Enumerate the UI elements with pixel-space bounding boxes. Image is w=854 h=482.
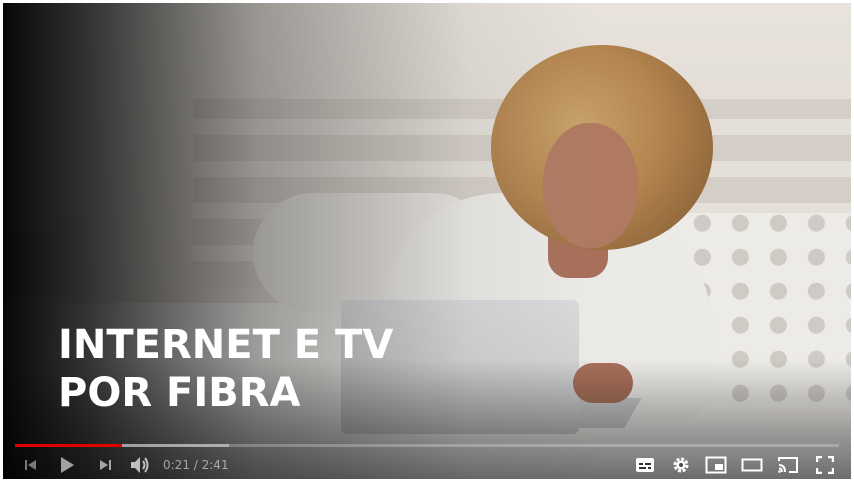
duration: 2:41 (201, 458, 229, 472)
subtitles-icon (636, 458, 654, 472)
video-headline: INTERNET E TV POR FIBRA (58, 321, 393, 417)
headline-line-2: POR FIBRA (58, 370, 301, 416)
subtitles-button[interactable] (633, 453, 657, 477)
theater-mode-button[interactable] (739, 453, 765, 477)
time-display: 0:21 / 2:41 (163, 458, 229, 472)
volume-icon (131, 457, 149, 473)
previous-button[interactable] (19, 453, 43, 477)
play-icon (61, 457, 74, 473)
video-player[interactable]: INTERNET E TV POR FIBRA 0:21 / 2:41 (3, 3, 851, 479)
gear-icon (673, 457, 689, 473)
volume-button[interactable] (127, 453, 153, 477)
next-button[interactable] (93, 453, 117, 477)
time-separator: / (189, 458, 202, 472)
fullscreen-icon (816, 456, 834, 474)
miniplayer-icon (705, 456, 727, 474)
theater-mode-icon (741, 458, 763, 472)
player-controls: 0:21 / 2:41 (3, 451, 851, 479)
progress-played (15, 444, 123, 447)
fullscreen-button[interactable] (813, 453, 837, 477)
play-button[interactable] (55, 453, 79, 477)
cast-button[interactable] (775, 453, 801, 477)
miniplayer-button[interactable] (703, 453, 729, 477)
progress-bar[interactable] (15, 443, 839, 448)
headline-line-1: INTERNET E TV (58, 322, 394, 368)
cast-icon (778, 457, 798, 473)
previous-icon (25, 460, 36, 470)
settings-button[interactable] (669, 453, 693, 477)
next-icon (100, 460, 111, 470)
current-time: 0:21 (163, 458, 190, 472)
